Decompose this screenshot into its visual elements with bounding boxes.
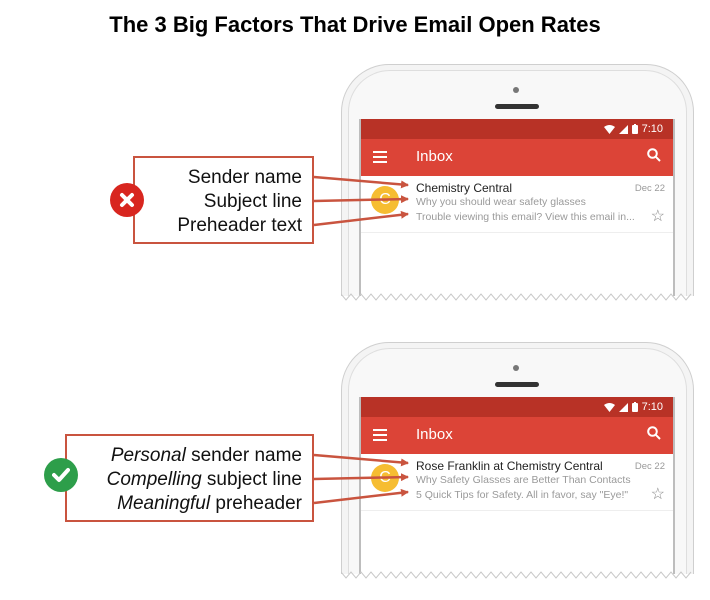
callout-box-bad: Sender name Subject line Preheader text [133,156,314,244]
sender-avatar: C [371,186,399,214]
callout-line-subject: Compelling subject line [106,469,302,490]
email-date: Dec 22 [634,461,665,472]
sender-avatar: C [371,464,399,492]
good-badge [44,458,78,492]
email-list-item[interactable]: C Chemistry Central Why you should wear … [361,176,673,233]
status-time: 7:10 [641,401,663,413]
callout-box-good: Personal sender name Compelling subject … [65,434,314,522]
star-icon[interactable]: ☆ [651,206,665,226]
torn-edge [341,571,692,579]
callout-line-sender: Personal sender name [110,445,302,466]
hamburger-menu-icon[interactable] [373,429,387,444]
phone-screen: 7:10 Inbox C Rose Franklin at Chemistry … [359,397,675,574]
status-time: 7:10 [641,123,663,135]
star-icon[interactable]: ☆ [651,484,665,504]
wifi-icon [603,124,615,134]
app-bar: Inbox [361,417,673,454]
email-list-item[interactable]: C Rose Franklin at Chemistry Central Why… [361,454,673,511]
hamburger-menu-icon[interactable] [373,151,387,166]
phone-mockup-bad: 7:10 Inbox C Chemistry Central Why you s… [341,64,694,301]
signal-icon [618,402,628,412]
search-icon[interactable] [647,426,661,440]
camera-icon [513,365,519,371]
callout-line-sender: Sender name [187,167,302,188]
callout-line-preheader: Meaningful preheader [117,493,302,514]
app-title: Inbox [416,426,453,443]
email-subject: Why Safety Glasses are Better Than Conta… [416,474,631,486]
page-title: The 3 Big Factors That Drive Email Open … [109,12,601,37]
torn-edge [341,293,692,301]
battery-icon [631,402,638,412]
battery-icon [631,124,638,134]
camera-icon [513,87,519,93]
app-title: Inbox [416,148,453,165]
callout-line-preheader: Preheader text [177,215,302,236]
speaker-grille [495,382,539,387]
email-preheader: 5 Quick Tips for Safety. All in favor, s… [416,489,629,501]
phone-mockup-good: 7:10 Inbox C Rose Franklin at Chemistry … [341,342,694,579]
bad-badge [110,183,144,217]
callout-line-subject: Subject line [203,191,302,212]
check-mark-icon [52,468,70,482]
search-icon[interactable] [647,148,661,162]
x-mark-icon [120,193,134,207]
status-bar: 7:10 [361,119,673,139]
status-bar: 7:10 [361,397,673,417]
speaker-grille [495,104,539,109]
email-sender: Rose Franklin at Chemistry Central [416,459,603,473]
email-date: Dec 22 [634,183,665,194]
email-subject: Why you should wear safety glasses [416,196,586,208]
phone-screen: 7:10 Inbox C Chemistry Central Why you s… [359,119,675,296]
email-sender: Chemistry Central [416,181,513,195]
wifi-icon [603,402,615,412]
email-preheader: Trouble viewing this email? View this em… [416,211,635,223]
signal-icon [618,124,628,134]
app-bar: Inbox [361,139,673,176]
